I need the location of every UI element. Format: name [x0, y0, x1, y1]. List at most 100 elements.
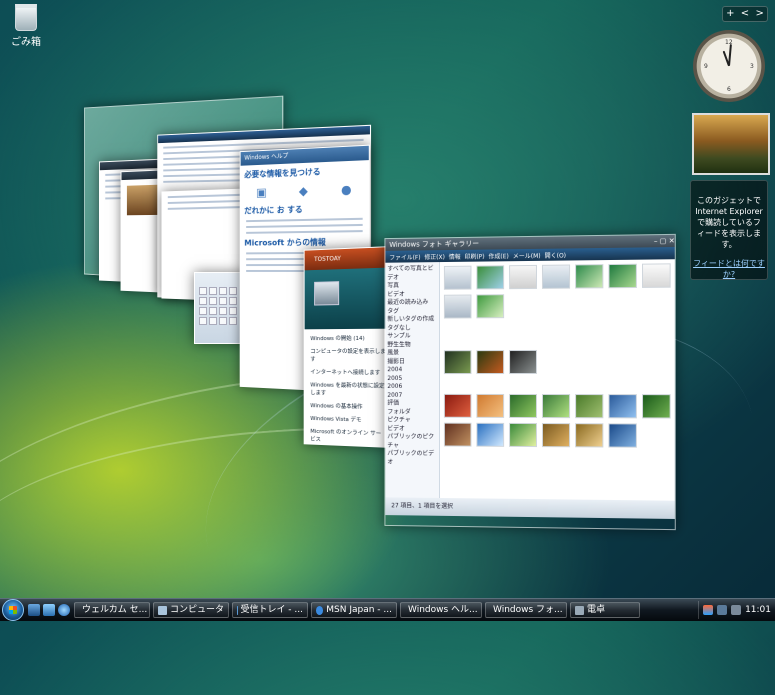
clock-minute-hand — [728, 44, 731, 66]
toolbar-fix[interactable]: 修正(X) — [424, 252, 444, 261]
photo-thumbnail[interactable] — [509, 350, 537, 374]
nav-item[interactable]: ピクチャ — [387, 417, 437, 426]
toolbar-open[interactable]: 開く(O) — [545, 250, 566, 259]
photo-thumbnail[interactable] — [575, 264, 603, 288]
feed-help-link[interactable]: フィードとは何ですか? — [691, 258, 767, 280]
feed-message: このガジェットで Internet Explorer で購読しているフィードを表… — [691, 195, 767, 250]
photo-thumbnail[interactable] — [509, 265, 537, 289]
flip3d-window-welcome-center[interactable]: TOSTOAY Windows の開始 (14) コンピュータの設定を表示します… — [304, 246, 388, 448]
nav-item[interactable]: 最近の読み込み — [387, 299, 437, 308]
nav-item[interactable]: パブリックのビデオ — [387, 450, 437, 467]
taskbar-item-photo-gallery[interactable]: Windows フォ... — [485, 602, 567, 618]
feed-headlines-gadget[interactable]: このガジェットで Internet Explorer で購読しているフィードを表… — [690, 180, 768, 280]
taskbar-item-computer[interactable]: コンピュータ — [153, 602, 229, 618]
taskbar: ウェルカム セ... コンピュータ 受信トレイ - ... MSN Japan … — [0, 598, 775, 621]
photo-thumbnail[interactable] — [542, 265, 570, 289]
previous-gadget-button[interactable]: < — [741, 7, 749, 21]
photo-thumbnail[interactable] — [608, 394, 636, 418]
gallery-navigation-pane: すべての写真とビデオ 写真 ビデオ 最近の読み込み タグ 新しいタグの作成 タグ… — [385, 262, 440, 498]
gallery-thumbnail-grid — [440, 259, 675, 500]
taskbar-item-browser[interactable]: MSN Japan - ... — [311, 602, 397, 618]
internet-explorer-icon[interactable] — [58, 604, 70, 616]
gallery-status-bar: 27 項目、1 項目を選択 — [385, 497, 674, 519]
internet-explorer-icon — [316, 606, 323, 615]
photo-thumbnail[interactable] — [444, 294, 472, 318]
toolbar-print[interactable]: 印刷(P) — [465, 251, 485, 260]
nav-item[interactable]: すべての写真とビデオ — [387, 265, 437, 282]
photo-thumbnail[interactable] — [476, 350, 504, 374]
nav-item[interactable]: 評価 — [387, 400, 437, 409]
computer-icon — [158, 606, 167, 615]
nav-item[interactable]: 撮影日 — [387, 358, 437, 367]
help-microsoft-heading: Microsoft からの情報 — [244, 236, 364, 248]
photo-thumbnail[interactable] — [444, 266, 472, 290]
photo-thumbnail[interactable] — [509, 423, 537, 447]
add-gadget-button[interactable]: + — [726, 7, 734, 21]
nav-item[interactable]: 野生生物 — [387, 341, 437, 350]
taskbar-item-welcome[interactable]: ウェルカム セ... — [74, 602, 150, 618]
toolbar-info[interactable]: 情報 — [449, 251, 461, 260]
nav-item[interactable]: サンプル — [387, 332, 437, 341]
toolbar-email[interactable]: メール(M) — [513, 250, 541, 259]
recycle-bin-shortcut[interactable]: ごみ箱 — [6, 4, 46, 48]
welcome-item[interactable]: Windows の基本操作 — [310, 401, 387, 411]
nav-item[interactable]: タグなし — [387, 324, 437, 333]
nav-item[interactable]: 風景 — [387, 349, 437, 358]
photo-thumbnail[interactable] — [444, 394, 472, 418]
flip3d-window-calculator[interactable] — [194, 272, 246, 344]
nav-item[interactable]: タグ — [387, 307, 437, 316]
windows-security-icon[interactable] — [703, 605, 713, 615]
sidebar-controls[interactable]: + < > — [722, 6, 768, 22]
photo-thumbnail[interactable] — [444, 350, 472, 374]
show-desktop-icon[interactable] — [28, 604, 40, 616]
help-web-icon: ● — [341, 182, 352, 197]
welcome-item[interactable]: インターネットへ接続します — [310, 368, 387, 377]
clock-label-6: 6 — [727, 86, 731, 93]
toolbar-make[interactable]: 作成(E) — [489, 251, 509, 260]
start-button[interactable] — [2, 599, 24, 621]
photo-thumbnail[interactable] — [542, 423, 570, 447]
nav-item[interactable]: フォルダ — [387, 408, 437, 417]
photo-thumbnail[interactable] — [642, 263, 671, 288]
slideshow-gadget[interactable] — [692, 113, 770, 175]
photo-thumbnail[interactable] — [608, 264, 636, 289]
taskbar-item-calculator[interactable]: 電卓 — [570, 602, 640, 618]
nav-item[interactable]: 2005 — [387, 375, 437, 383]
flip3d-window-photo-gallery[interactable]: Windows フォト ギャラリー – ▢ ✕ ファイル(F) 修正(X) 情報… — [384, 234, 675, 530]
welcome-item[interactable]: コンピュータの設定を表示します — [310, 347, 387, 363]
switch-windows-icon[interactable] — [43, 604, 55, 616]
welcome-item[interactable]: Microsoft のオンライン サービス — [310, 427, 387, 446]
nav-item[interactable]: 新しいタグの作成 — [387, 316, 437, 325]
nav-item[interactable]: 2004 — [387, 366, 437, 374]
welcome-item[interactable]: Windows を最新の状態に設定します — [310, 380, 387, 397]
network-icon[interactable] — [717, 605, 727, 615]
toolbar-file[interactable]: ファイル(F) — [389, 252, 420, 261]
welcome-item[interactable]: Windows Vista デモ — [310, 414, 387, 424]
photo-thumbnail[interactable] — [476, 294, 504, 318]
photo-thumbnail[interactable] — [476, 394, 504, 418]
photo-thumbnail[interactable] — [542, 394, 570, 418]
photo-thumbnail[interactable] — [575, 423, 603, 447]
next-gadget-button[interactable]: > — [755, 7, 763, 21]
volume-icon[interactable] — [731, 605, 741, 615]
photo-thumbnail[interactable] — [642, 394, 671, 418]
photo-thumbnail[interactable] — [608, 423, 636, 447]
photo-thumbnail[interactable] — [575, 394, 603, 418]
taskbar-item-help[interactable]: Windows ヘル... — [400, 602, 482, 618]
welcome-item[interactable]: Windows の開始 (14) — [310, 334, 387, 342]
welcome-center-hero — [305, 268, 387, 330]
nav-item[interactable]: 2006 — [387, 383, 437, 391]
photo-thumbnail[interactable] — [476, 265, 504, 289]
help-heading: 必要な情報を見つける — [244, 164, 364, 180]
photo-thumbnail[interactable] — [476, 423, 504, 447]
nav-item[interactable]: ビデオ — [387, 425, 437, 434]
nav-item[interactable]: パブリックのピクチャ — [387, 433, 437, 450]
clock-gadget[interactable]: 12 3 6 9 — [693, 30, 765, 102]
window-controls-icon[interactable]: – ▢ ✕ — [654, 235, 675, 247]
taskbar-item-mail[interactable]: 受信トレイ - ... — [232, 602, 308, 618]
clock-label-3: 3 — [750, 63, 754, 70]
taskbar-clock[interactable]: 11:01 — [745, 605, 771, 615]
nav-item[interactable]: 2007 — [387, 391, 437, 399]
photo-thumbnail[interactable] — [444, 423, 472, 447]
photo-thumbnail[interactable] — [509, 394, 537, 418]
